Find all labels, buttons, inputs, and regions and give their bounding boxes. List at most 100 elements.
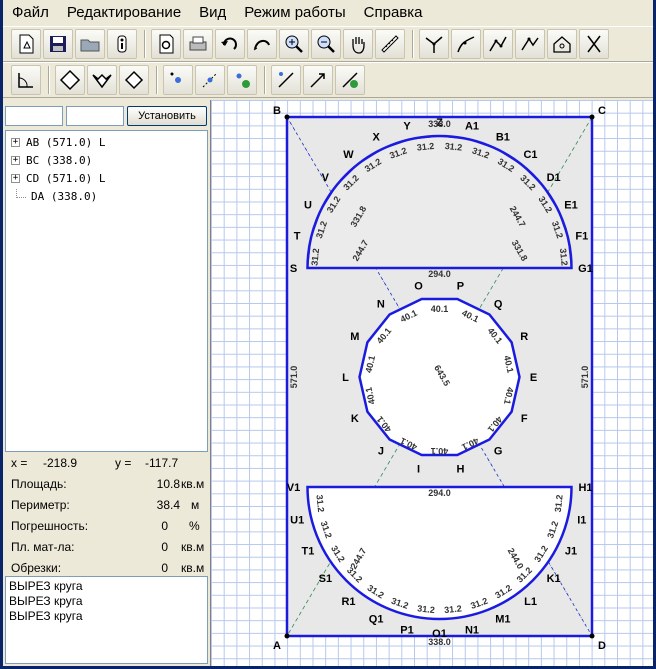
zoom-out-icon[interactable] — [311, 29, 341, 59]
segment-length-label: 31.2 — [416, 141, 434, 153]
curve-icon[interactable] — [451, 29, 481, 59]
expand-icon[interactable]: + — [11, 155, 20, 165]
point-label-k: K — [351, 413, 359, 425]
info-icon[interactable] — [107, 29, 137, 59]
expand-icon[interactable]: + — [11, 173, 20, 183]
stat-area: Площадь: 10.8 кв.м — [5, 475, 208, 496]
log-item[interactable]: ВЫРЕЗ круга — [9, 579, 204, 594]
undo-icon[interactable] — [215, 29, 245, 59]
ruler-icon[interactable] — [375, 29, 405, 59]
diamond-cut-icon[interactable] — [87, 65, 117, 95]
point-label-u: U — [304, 200, 312, 212]
left-panel: Установить + AB (571.0) L + BC (338.0) +… — [3, 100, 208, 666]
operations-log[interactable]: ВЫРЕЗ круга ВЫРЕЗ круга ВЫРЕЗ круга — [5, 576, 208, 664]
point-label-x: X — [372, 131, 380, 143]
redo-icon[interactable] — [247, 29, 277, 59]
point-label-k1: K1 — [547, 573, 561, 585]
diamond-shape-icon[interactable] — [55, 65, 85, 95]
point-label-t: T — [294, 231, 301, 243]
point-add-icon[interactable] — [163, 65, 193, 95]
stat-value: 10.8 — [156, 477, 180, 491]
point-label-p1: P1 — [400, 624, 413, 636]
menu-edit[interactable]: Редактирование — [58, 0, 190, 26]
stats-panel: x = -218.9 y = -117.7 Площадь: 10.8 кв.м… — [5, 454, 208, 575]
point-label-m1: M1 — [495, 614, 510, 626]
log-item[interactable]: ВЫРЕЗ круга — [9, 594, 204, 609]
stat-unit: кв.м — [181, 540, 205, 554]
open-folder-icon[interactable] — [75, 29, 105, 59]
zoom-in-icon[interactable] — [279, 29, 309, 59]
point-label-e1: E1 — [564, 200, 577, 212]
drawing-canvas[interactable]: S 31.2 T 31.2 U 31.2 V 31.2 W 31.2 X 31.2 Y 31.2 Z 31.2… — [210, 100, 653, 666]
y-value: -117.7 — [145, 456, 179, 470]
log-item[interactable]: ВЫРЕЗ круга — [9, 609, 204, 624]
segment-length-label: 31.2 — [417, 603, 435, 615]
diamond-outline-icon[interactable] — [119, 65, 149, 95]
menu-file[interactable]: Файл — [3, 0, 58, 26]
coord-input-2[interactable] — [66, 106, 124, 126]
tree-item[interactable]: + CD (571.0) L — [6, 169, 207, 187]
drawing-svg: S31.2T 31.2U 31.2V 31.2W31.2X31.2Y31.2Z31.2… — [273, 105, 606, 652]
menu-view[interactable]: Вид — [190, 0, 235, 26]
tree-item-label: DA (338.0) — [31, 189, 98, 203]
point-label-c1: C1 — [523, 149, 537, 161]
pan-hand-icon[interactable] — [343, 29, 373, 59]
point-label-r: R — [520, 331, 528, 343]
point-label-j: J — [378, 445, 384, 457]
house-shape-icon[interactable] — [547, 29, 577, 59]
menu-help[interactable]: Справка — [355, 0, 432, 26]
segment-length-label: 31.2 — [314, 494, 326, 512]
corner-marker — [284, 114, 290, 120]
tree-item[interactable]: DA (338.0) — [6, 187, 207, 205]
point-label-v: V — [322, 172, 330, 184]
print-preview-icon[interactable] — [151, 29, 181, 59]
tree-item[interactable]: + BC (338.0) — [6, 151, 207, 169]
angle-icon[interactable] — [11, 65, 41, 95]
menu-mode[interactable]: Режим работы — [235, 0, 354, 26]
side-length-bottom: 338.0 — [428, 637, 451, 647]
stat-label: Пл. мат-ла: — [11, 540, 75, 554]
new-document-icon[interactable] — [11, 29, 41, 59]
corner-marker — [284, 633, 290, 639]
point-label-f: F — [521, 413, 528, 425]
cut-icon[interactable] — [579, 29, 609, 59]
point-label-i1: I1 — [577, 514, 586, 526]
stat-unit: % — [189, 519, 200, 533]
point-label-q1: Q1 — [369, 614, 384, 626]
corner-label-c: C — [598, 105, 606, 117]
shape-node-icon[interactable] — [515, 29, 545, 59]
point-label-s: S — [290, 263, 297, 275]
line-refresh-icon[interactable] — [335, 65, 365, 95]
line-point-icon[interactable] — [271, 65, 301, 95]
arrow-point-icon[interactable] — [303, 65, 333, 95]
stat-value: 38.4 — [156, 498, 180, 512]
expand-icon[interactable]: + — [11, 137, 20, 147]
set-button[interactable]: Установить — [127, 106, 207, 126]
stat-material-area: Пл. мат-ла: 0 кв.м — [5, 538, 208, 559]
stat-label: Площадь: — [11, 477, 67, 491]
point-label-v1: V1 — [287, 482, 300, 494]
polyline-icon[interactable] — [419, 29, 449, 59]
point-label-o: O — [414, 280, 423, 292]
point-label-n: N — [377, 299, 385, 311]
save-icon[interactable] — [43, 29, 73, 59]
menu-bar: Файл Редактирование Вид Режим работы Спр… — [3, 0, 653, 26]
main-toolbar — [3, 26, 653, 62]
point-connect-icon[interactable] — [195, 65, 225, 95]
point-label-p: P — [457, 280, 464, 292]
toolbar-separator — [48, 66, 50, 94]
segment-length-label: 31.2 — [444, 603, 462, 615]
stat-error: Погрешность: 0 % — [5, 517, 208, 538]
side-length-right: 571.0 — [580, 366, 590, 389]
stat-value: 0 — [161, 519, 168, 533]
point-refresh-icon[interactable] — [227, 65, 257, 95]
segments-tree: + AB (571.0) L + BC (338.0) + CD (571.0)… — [5, 130, 208, 452]
shape-edit-icon[interactable] — [483, 29, 513, 59]
tree-item[interactable]: + AB (571.0) L — [6, 133, 207, 151]
x-label: x = — [11, 456, 28, 470]
coord-input-1[interactable] — [5, 106, 63, 126]
point-label-s1: S1 — [319, 573, 332, 585]
toolbar-separator — [412, 30, 414, 58]
y-label: y = — [115, 456, 132, 470]
print-icon[interactable] — [183, 29, 213, 59]
